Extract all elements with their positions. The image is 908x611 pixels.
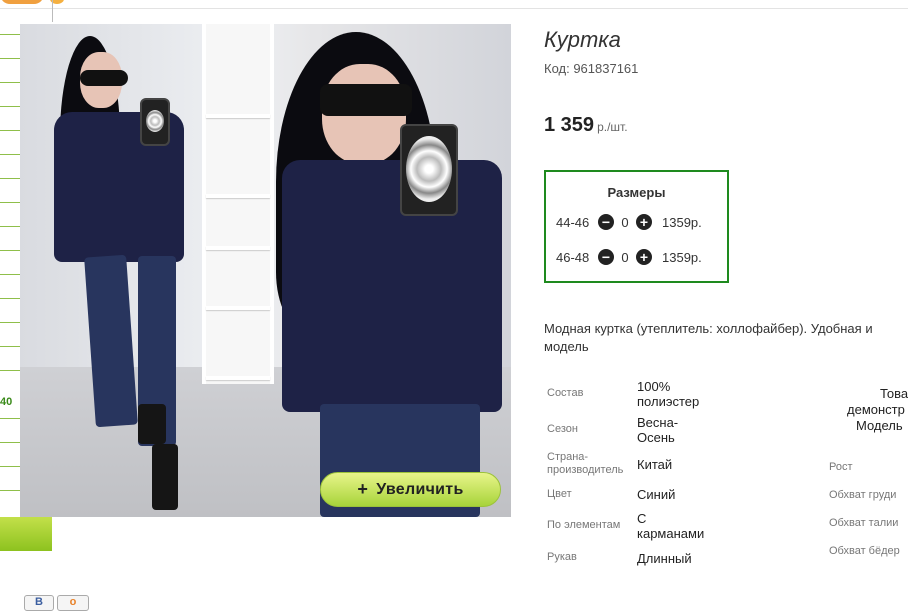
measurement-label: Обхват бёдер — [829, 545, 900, 557]
ruler-tick — [0, 154, 20, 155]
spec-value-line: Синий — [637, 487, 676, 502]
size-row: 46-48 − 0 + 1359р. — [556, 247, 702, 267]
ruler-tick — [0, 490, 20, 491]
size-label: 44-46 — [556, 214, 590, 230]
price-value: 1 359 — [544, 114, 595, 136]
spec-key: Сезон — [547, 423, 578, 435]
spec-key: Страна- производитель — [547, 451, 623, 477]
ruler-tick — [0, 106, 20, 107]
photo-shelf — [202, 24, 274, 384]
vk-icon: В — [35, 596, 43, 608]
measurement-label: Обхват талии — [829, 517, 899, 529]
top-divider — [0, 8, 908, 9]
measurement-label: Рост — [829, 461, 853, 473]
logo[interactable] — [0, 0, 44, 4]
spec-value-line: Осень — [637, 430, 675, 445]
ruler-tick — [0, 34, 20, 35]
spec-value: Весна- Осень — [637, 415, 678, 445]
description-line: модель — [544, 339, 589, 354]
spec-key: Состав — [547, 387, 584, 399]
product-title: Куртка — [544, 27, 621, 52]
ok-share-button[interactable]: о — [57, 595, 89, 611]
size-price: 1359р. — [662, 249, 702, 265]
plus-icon[interactable]: + — [636, 249, 652, 265]
minus-icon[interactable]: − — [598, 214, 614, 230]
description-line: Модная куртка (утеплитель: холлофайбер).… — [544, 321, 873, 336]
ok-icon: о — [69, 596, 77, 608]
ruler-tick — [0, 274, 20, 275]
spec-key: По элементам — [547, 519, 621, 531]
ruler-tick — [0, 418, 20, 419]
product-code: Код: 961837161 — [544, 61, 639, 76]
spec-value-line: Длинный — [637, 551, 692, 566]
spec-value-line: 100% — [637, 379, 671, 394]
measurement-label: Обхват груди — [829, 489, 897, 501]
spec-value-line: полиэстер — [637, 394, 700, 409]
spec-value: С карманами — [637, 511, 704, 541]
right-column-text: Това — [880, 386, 908, 401]
ruler-tick — [0, 202, 20, 203]
spec-value-line: карманами — [637, 526, 705, 541]
ruler-tick — [0, 466, 20, 467]
spec-value: 100% полиэстер — [637, 379, 699, 409]
ruler-tick — [0, 130, 20, 131]
ruler-tick — [0, 298, 20, 299]
size-quantity[interactable]: 0 — [614, 250, 636, 265]
size-selector-header: Размеры — [607, 185, 666, 200]
spec-key: Цвет — [547, 488, 572, 500]
size-price: 1359р. — [662, 214, 702, 230]
side-accent-bar — [0, 517, 52, 551]
spec-key: Рукав — [547, 551, 577, 563]
product-photo[interactable] — [20, 24, 511, 517]
spec-value: Синий — [637, 487, 675, 502]
ruler-tick — [0, 346, 20, 347]
spec-value-line: Весна- — [637, 415, 679, 430]
size-label: 46-48 — [556, 249, 590, 265]
spec-value: Длинный — [637, 551, 692, 566]
product-price: 1 359 р./шт. — [544, 114, 628, 137]
ruler-tick — [0, 82, 20, 83]
zoom-button[interactable]: + Увеличить — [320, 472, 501, 507]
plus-icon: + — [357, 479, 369, 499]
ruler-strip: 40 — [0, 24, 20, 514]
product-description: Модная куртка (утеплитель: холлофайбер).… — [544, 320, 908, 356]
right-column-text: демонстр — [847, 402, 905, 417]
ruler-tick — [0, 226, 20, 227]
ruler-tick — [0, 178, 20, 179]
ruler-tick — [0, 322, 20, 323]
ruler-label: 40 — [0, 396, 13, 408]
ruler-tick — [0, 250, 20, 251]
ruler-tick — [0, 370, 20, 371]
zoom-button-label: Увеличить — [376, 480, 464, 498]
price-unit: р./шт. — [597, 120, 628, 134]
vk-share-button[interactable]: В — [24, 595, 54, 611]
size-quantity[interactable]: 0 — [614, 215, 636, 230]
ruler-tick — [0, 58, 20, 59]
plus-icon[interactable]: + — [636, 214, 652, 230]
ruler-tick — [0, 442, 20, 443]
size-selector: Размеры 44-46 − 0 + 1359р. 46-48 − 0 + 1… — [544, 170, 729, 283]
spec-value-line: С — [637, 511, 647, 526]
spec-value: Китай — [637, 457, 672, 472]
spec-key-line: Страна- — [547, 451, 589, 463]
right-column-text: Модель — [856, 418, 903, 433]
spec-value-line: Китай — [637, 457, 673, 472]
size-row: 44-46 − 0 + 1359р. — [556, 212, 702, 232]
minus-icon[interactable]: − — [598, 249, 614, 265]
header-separator — [52, 0, 53, 22]
spec-key-line: производитель — [547, 464, 624, 476]
